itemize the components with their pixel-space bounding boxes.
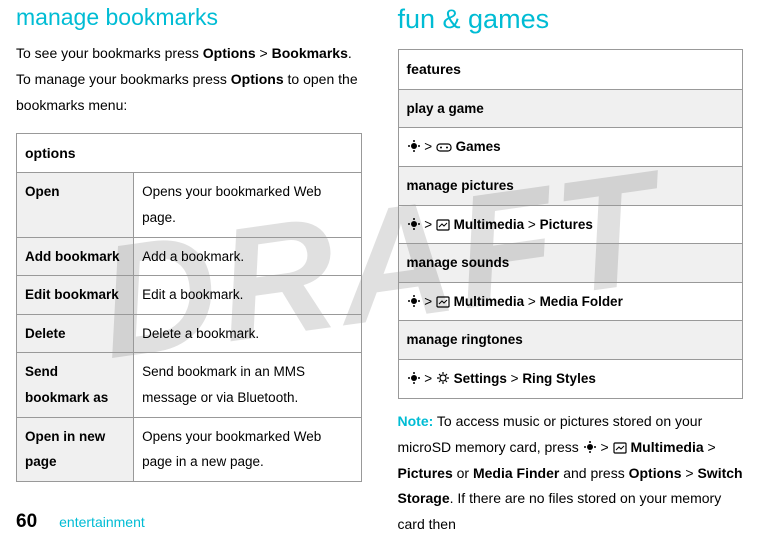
intro-gt: > — [256, 45, 272, 61]
option-name: Delete — [17, 314, 134, 353]
table-row: manage pictures — [398, 166, 743, 205]
multimedia-label: Multimedia — [454, 217, 525, 232]
bookmarks-label: Bookmarks — [272, 45, 348, 61]
multimedia-icon — [436, 296, 450, 308]
multimedia-icon — [436, 219, 450, 231]
table-row: Send bookmark as Send bookmark in an MMS… — [17, 353, 362, 417]
option-desc: Edit a bookmark. — [134, 276, 361, 315]
feature-subhead: manage ringtones — [398, 321, 743, 360]
feature-subhead: play a game — [398, 89, 743, 128]
center-key-icon — [407, 371, 421, 385]
center-key-icon — [407, 294, 421, 308]
table-row: manage ringtones — [398, 321, 743, 360]
option-name: Open in new page — [17, 417, 134, 481]
footer-section-label: entertainment — [59, 514, 145, 530]
note-gt: > — [682, 465, 698, 481]
table-row: Open Opens your bookmarked Web page. — [17, 173, 362, 237]
features-table: features play a game > Games manage pict… — [398, 49, 744, 399]
options-label: Options — [203, 45, 256, 61]
option-desc: Send bookmark in an MMS message or via B… — [134, 353, 361, 417]
table-header-row: features — [398, 50, 743, 90]
table-row: > Multimedia > Pictures — [398, 205, 743, 244]
option-desc: Opens your bookmarked Web page in a new … — [134, 417, 361, 481]
right-column: fun & games features play a game > Games… — [398, 4, 744, 552]
feature-path: > Multimedia > Media Folder — [398, 282, 743, 321]
feature-subhead: manage pictures — [398, 166, 743, 205]
option-name: Edit bookmark — [17, 276, 134, 315]
feature-path: > Settings > Ring Styles — [398, 360, 743, 399]
note-and: and press — [559, 465, 628, 481]
note-label: Note: — [398, 413, 434, 429]
multimedia-icon — [613, 442, 627, 454]
center-key-icon — [583, 440, 597, 454]
features-header: features — [398, 50, 743, 90]
multimedia-label: Multimedia — [631, 439, 704, 455]
option-name: Open — [17, 173, 134, 237]
page-columns: manage bookmarks To see your bookmarks p… — [0, 0, 759, 552]
option-name: Send bookmark as — [17, 353, 134, 417]
note-gt: > — [597, 439, 613, 455]
note-or: or — [453, 465, 473, 481]
manage-bookmarks-heading: manage bookmarks — [16, 4, 362, 31]
center-key-icon — [407, 139, 421, 153]
settings-label: Settings — [454, 371, 507, 386]
table-row: Delete Delete a bookmark. — [17, 314, 362, 353]
ring-styles-label: Ring Styles — [522, 371, 596, 386]
games-label: Games — [456, 139, 501, 154]
table-header-row: options — [17, 133, 362, 173]
fun-games-heading: fun & games — [398, 4, 744, 35]
feature-path: > Multimedia > Pictures — [398, 205, 743, 244]
options-label: Options — [629, 465, 682, 481]
left-column: manage bookmarks To see your bookmarks p… — [16, 4, 362, 552]
settings-icon — [436, 371, 450, 385]
table-row: > Multimedia > Media Folder — [398, 282, 743, 321]
options-label: Options — [231, 71, 284, 87]
pictures-label: Pictures — [540, 217, 593, 232]
options-table: options Open Opens your bookmarked Web p… — [16, 133, 362, 482]
note-gt: > — [704, 439, 716, 455]
media-folder-label: Media Folder — [540, 294, 623, 309]
option-name: Add bookmark — [17, 237, 134, 276]
bookmarks-intro: To see your bookmarks press Options > Bo… — [16, 41, 362, 119]
table-row: Add bookmark Add a bookmark. — [17, 237, 362, 276]
table-row: manage sounds — [398, 244, 743, 283]
note-paragraph: Note: To access music or pictures stored… — [398, 409, 744, 538]
option-desc: Add a bookmark. — [134, 237, 361, 276]
feature-subhead: manage sounds — [398, 244, 743, 283]
pictures-label: Pictures — [398, 465, 453, 481]
games-icon — [436, 141, 452, 153]
options-header: options — [17, 133, 362, 173]
intro-text: To see your bookmarks press — [16, 45, 203, 61]
center-key-icon — [407, 217, 421, 231]
table-row: Edit bookmark Edit a bookmark. — [17, 276, 362, 315]
feature-path: > Games — [398, 128, 743, 167]
page-number: 60 — [16, 511, 37, 533]
option-desc: Delete a bookmark. — [134, 314, 361, 353]
footer: 60 entertainment — [16, 511, 145, 533]
option-desc: Opens your bookmarked Web page. — [134, 173, 361, 237]
media-finder-label: Media Finder — [473, 465, 559, 481]
multimedia-label: Multimedia — [454, 294, 525, 309]
table-row: Open in new page Opens your bookmarked W… — [17, 417, 362, 481]
table-row: > Settings > Ring Styles — [398, 360, 743, 399]
table-row: > Games — [398, 128, 743, 167]
table-row: play a game — [398, 89, 743, 128]
